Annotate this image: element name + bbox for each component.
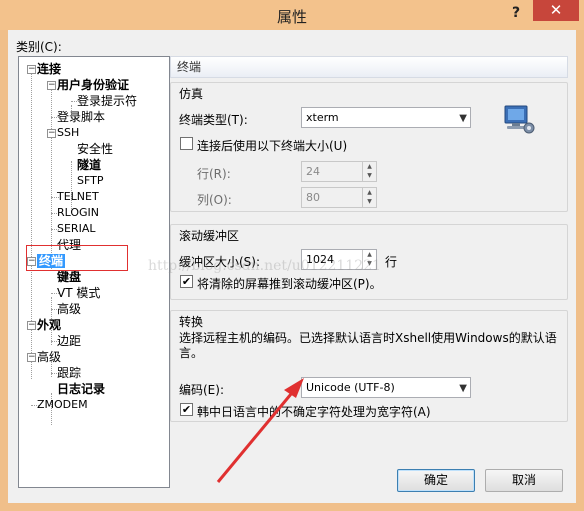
annotation-arrow: [216, 378, 304, 483]
